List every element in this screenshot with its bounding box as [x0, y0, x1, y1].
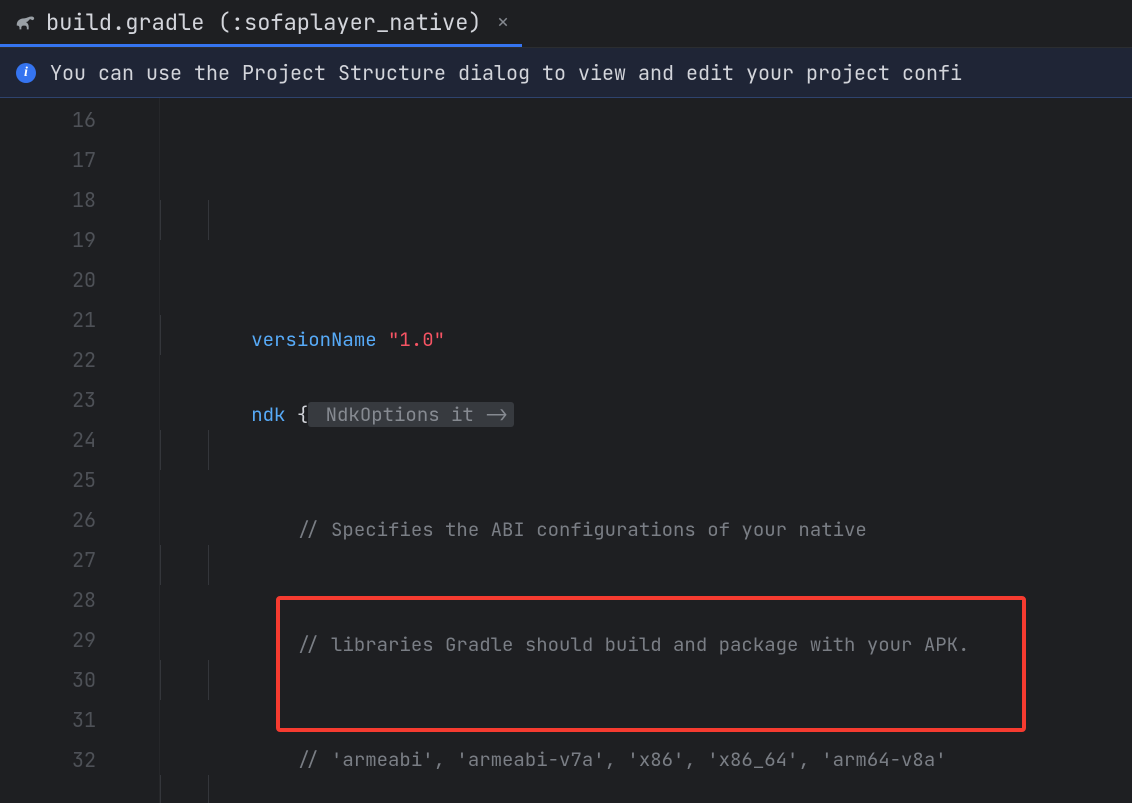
- code-line[interactable]: // Specifies the ABI configurations of y…: [160, 430, 1132, 470]
- code-line[interactable]: abiFilters 'armeabi-v7a','arm64-v8a': [160, 775, 1132, 803]
- file-tab-title: build.gradle (:sofaplayer_native): [46, 8, 482, 37]
- line-number: 18: [0, 180, 120, 220]
- code-line[interactable]: // 'armeabi', 'armeabi-v7a', 'x86', 'x86…: [160, 660, 1132, 700]
- line-number: 31: [0, 700, 120, 740]
- info-banner-text: You can use the Project Structure dialog…: [50, 60, 962, 86]
- line-number: 27: [0, 540, 120, 580]
- inlay-hint: NdkOptions it ->: [308, 402, 514, 427]
- line-number-gutter: 16 17 18 19 20 21 22 23 24 25 26 27 28 2…: [0, 98, 120, 803]
- code-line[interactable]: // libraries Gradle should build and pac…: [160, 545, 1132, 585]
- line-number: 23: [0, 380, 120, 420]
- line-number: 21: [0, 300, 120, 340]
- close-icon[interactable]: ✕: [498, 11, 509, 34]
- file-tab[interactable]: build.gradle (:sofaplayer_native) ✕: [0, 0, 522, 47]
- line-number: 22: [0, 340, 120, 380]
- line-number: 20: [0, 260, 120, 300]
- line-number: 32: [0, 740, 120, 780]
- code-area[interactable]: versionName "1.0" ndk { NdkOptions it ->…: [160, 98, 1132, 803]
- line-number: 28: [0, 580, 120, 620]
- fold-gutter: [120, 98, 160, 803]
- code-line[interactable]: versionName "1.0": [160, 200, 1132, 240]
- gradle-elephant-icon: [14, 11, 36, 33]
- line-number: 30: [0, 660, 120, 700]
- line-number: 19: [0, 220, 120, 260]
- line-number: 17: [0, 140, 120, 180]
- editor-tabbar: build.gradle (:sofaplayer_native) ✕: [0, 0, 1132, 48]
- line-number: 29: [0, 620, 120, 660]
- line-number: 16: [0, 100, 120, 140]
- info-banner[interactable]: i You can use the Project Structure dial…: [0, 48, 1132, 98]
- info-icon: i: [16, 63, 36, 83]
- code-line[interactable]: ndk { NdkOptions it ->: [160, 315, 1132, 355]
- line-number: 26: [0, 500, 120, 540]
- code-editor[interactable]: 16 17 18 19 20 21 22 23 24 25 26 27 28 2…: [0, 98, 1132, 803]
- line-number: 24: [0, 420, 120, 460]
- line-number: 25: [0, 460, 120, 500]
